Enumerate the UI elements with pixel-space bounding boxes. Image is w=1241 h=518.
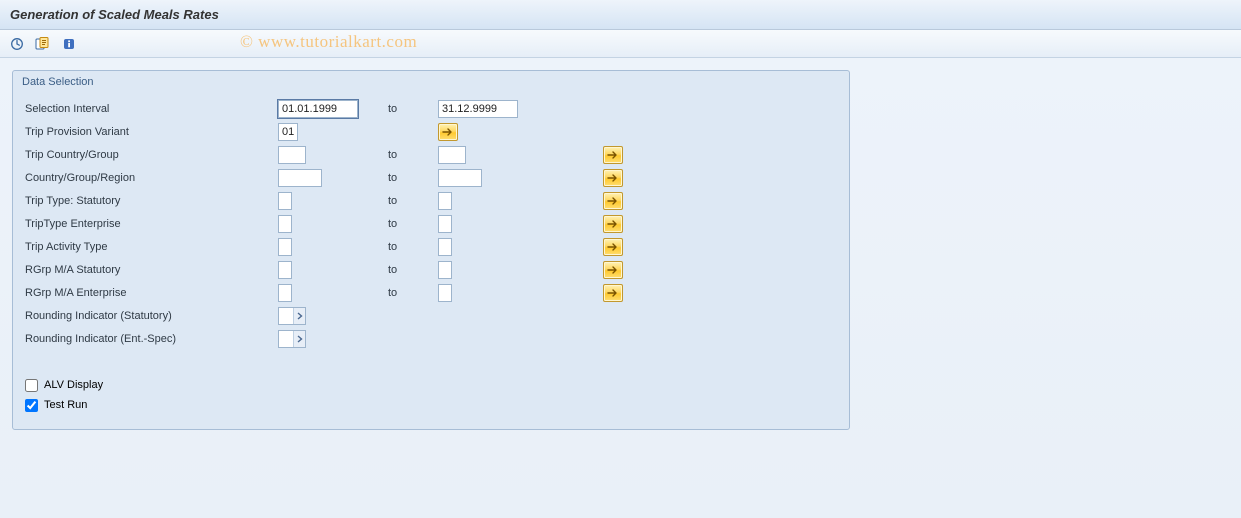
to-label: to	[388, 195, 438, 207]
arrow-right-icon	[607, 150, 619, 160]
arrow-right-icon	[607, 173, 619, 183]
label-trip-provision-variant: Trip Provision Variant	[23, 126, 278, 138]
to-label: to	[388, 103, 438, 115]
variant-icon	[35, 37, 51, 51]
get-variant-button[interactable]	[32, 34, 54, 54]
rgrp-ma-statutory-to-input[interactable]	[438, 261, 452, 279]
rgrp-ma-statutory-multi-button[interactable]	[603, 261, 623, 279]
arrow-right-icon	[607, 265, 619, 275]
trip-country-group-from-input[interactable]	[278, 146, 306, 164]
trip-type-statutory-multi-button[interactable]	[603, 192, 623, 210]
arrow-right-icon	[607, 219, 619, 229]
trip-provision-variant-multi-button[interactable]	[438, 123, 458, 141]
country-group-region-from-input[interactable]	[278, 169, 322, 187]
label-selection-interval: Selection Interval	[23, 103, 278, 115]
title-bar: Generation of Scaled Meals Rates	[0, 0, 1241, 30]
trip-type-enterprise-multi-button[interactable]	[603, 215, 623, 233]
row-rounding-statutory: Rounding Indicator (Statutory)	[23, 305, 839, 327]
content-area: Data Selection Selection Interval to Tri…	[0, 58, 1241, 518]
to-label: to	[388, 172, 438, 184]
clock-execute-icon	[10, 37, 24, 51]
label-rounding-entspec: Rounding Indicator (Ent.-Spec)	[23, 333, 278, 345]
trip-type-statutory-to-input[interactable]	[438, 192, 452, 210]
to-label: to	[388, 264, 438, 276]
group-title: Data Selection	[13, 71, 849, 88]
rgrp-ma-statutory-from-input[interactable]	[278, 261, 292, 279]
trip-type-statutory-from-input[interactable]	[278, 192, 292, 210]
label-rgrp-ma-statutory: RGrp M/A Statutory	[23, 264, 278, 276]
trip-country-group-multi-button[interactable]	[603, 146, 623, 164]
alv-display-label[interactable]: ALV Display	[44, 379, 103, 391]
selection-interval-from-input[interactable]	[278, 100, 358, 118]
label-rgrp-ma-enterprise: RGrp M/A Enterprise	[23, 287, 278, 299]
rounding-entspec-matchcode[interactable]	[278, 330, 306, 348]
rounding-entspec-input[interactable]	[279, 331, 293, 347]
row-rgrp-ma-enterprise: RGrp M/A Enterprise to	[23, 282, 839, 304]
label-trip-type-enterprise: TripType Enterprise	[23, 218, 278, 230]
matchcode-button[interactable]	[293, 331, 305, 347]
row-trip-type-enterprise: TripType Enterprise to	[23, 213, 839, 235]
row-trip-type-statutory: Trip Type: Statutory to	[23, 190, 839, 212]
arrow-right-icon	[607, 242, 619, 252]
row-selection-interval: Selection Interval to	[23, 98, 839, 120]
trip-activity-type-multi-button[interactable]	[603, 238, 623, 256]
country-group-region-multi-button[interactable]	[603, 169, 623, 187]
info-icon	[62, 37, 76, 51]
label-trip-activity-type: Trip Activity Type	[23, 241, 278, 253]
trip-type-enterprise-to-input[interactable]	[438, 215, 452, 233]
application-toolbar: © www.tutorialkart.com	[0, 30, 1241, 58]
label-trip-type-statutory: Trip Type: Statutory	[23, 195, 278, 207]
to-label: to	[388, 287, 438, 299]
execute-button[interactable]	[6, 34, 28, 54]
trip-provision-variant-input[interactable]	[278, 123, 298, 141]
rgrp-ma-enterprise-from-input[interactable]	[278, 284, 292, 302]
rgrp-ma-enterprise-multi-button[interactable]	[603, 284, 623, 302]
watermark: © www.tutorialkart.com	[240, 32, 417, 52]
rounding-statutory-matchcode[interactable]	[278, 307, 306, 325]
info-button[interactable]	[58, 34, 80, 54]
row-rgrp-ma-statutory: RGrp M/A Statutory to	[23, 259, 839, 281]
trip-activity-type-to-input[interactable]	[438, 238, 452, 256]
alv-display-checkbox[interactable]	[25, 379, 38, 392]
to-label: to	[388, 149, 438, 161]
trip-country-group-to-input[interactable]	[438, 146, 466, 164]
data-selection-group: Data Selection Selection Interval to Tri…	[12, 70, 850, 430]
label-country-group-region: Country/Group/Region	[23, 172, 278, 184]
row-test-run: Test Run	[23, 395, 839, 415]
row-country-group-region: Country/Group/Region to	[23, 167, 839, 189]
arrow-right-icon	[442, 127, 454, 137]
to-label: to	[388, 241, 438, 253]
label-rounding-statutory: Rounding Indicator (Statutory)	[23, 310, 278, 322]
row-trip-country-group: Trip Country/Group to	[23, 144, 839, 166]
row-alv-display: ALV Display	[23, 375, 839, 395]
matchcode-button[interactable]	[293, 308, 305, 324]
row-trip-provision-variant: Trip Provision Variant	[23, 121, 839, 143]
country-group-region-to-input[interactable]	[438, 169, 482, 187]
arrow-right-icon	[607, 288, 619, 298]
chevron-right-icon	[297, 335, 303, 343]
rgrp-ma-enterprise-to-input[interactable]	[438, 284, 452, 302]
trip-type-enterprise-from-input[interactable]	[278, 215, 292, 233]
row-rounding-entspec: Rounding Indicator (Ent.-Spec)	[23, 328, 839, 350]
test-run-label[interactable]: Test Run	[44, 399, 87, 411]
selection-interval-to-input[interactable]	[438, 100, 518, 118]
rounding-statutory-input[interactable]	[279, 308, 293, 324]
label-trip-country-group: Trip Country/Group	[23, 149, 278, 161]
to-label: to	[388, 218, 438, 230]
arrow-right-icon	[607, 196, 619, 206]
test-run-checkbox[interactable]	[25, 399, 38, 412]
chevron-right-icon	[297, 312, 303, 320]
row-trip-activity-type: Trip Activity Type to	[23, 236, 839, 258]
trip-activity-type-from-input[interactable]	[278, 238, 292, 256]
page-title: Generation of Scaled Meals Rates	[10, 7, 219, 22]
